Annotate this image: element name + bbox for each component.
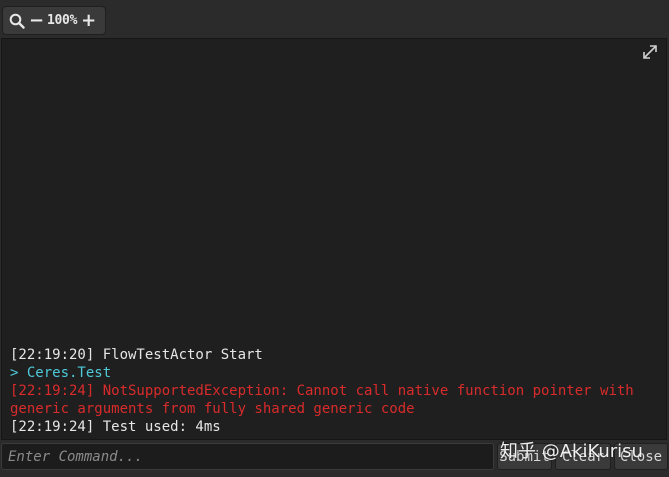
submit-button[interactable]: Submit xyxy=(497,443,552,470)
clear-button[interactable]: Clear xyxy=(555,443,611,470)
log-output: [22:19:20] FlowTestActor Start > Ceres.T… xyxy=(10,346,658,436)
command-input[interactable] xyxy=(1,443,494,470)
command-bar: Submit Clear Close xyxy=(0,441,669,477)
zoom-toolbar: − 100% + xyxy=(2,6,106,35)
magnifier-icon[interactable] xyxy=(9,13,25,29)
expand-icon[interactable] xyxy=(640,42,660,62)
zoom-level: 100% xyxy=(47,13,78,28)
log-line-command: > Ceres.Test xyxy=(10,365,112,381)
zoom-out-button[interactable]: − xyxy=(29,11,44,30)
close-button[interactable]: Close xyxy=(614,443,668,470)
log-line: [22:19:24] Test used: 4ms xyxy=(10,419,221,435)
console-output-panel: [22:19:20] FlowTestActor Start > Ceres.T… xyxy=(1,38,667,440)
debug-console-window: − 100% + [22:19:20] FlowTestActor Start … xyxy=(0,0,669,477)
log-line: [22:19:20] FlowTestActor Start xyxy=(10,347,263,363)
zoom-in-button[interactable]: + xyxy=(81,11,96,30)
log-line-error: [22:19:24] NotSupportedException: Cannot… xyxy=(10,383,643,417)
